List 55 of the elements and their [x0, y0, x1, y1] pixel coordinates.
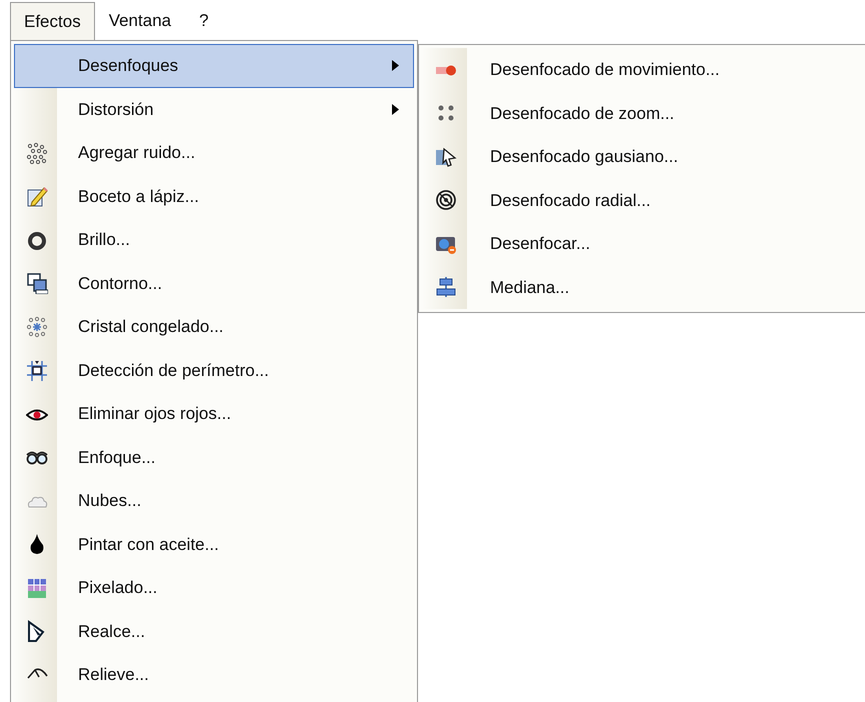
pencil-icon: [26, 185, 48, 208]
menu-item[interactable]: Relieve...: [14, 653, 414, 696]
menu-item-label: Detección de perímetro...: [78, 360, 269, 382]
squares-icon: [26, 272, 48, 294]
menu-bar-item[interactable]: ?: [185, 2, 223, 40]
submenu-item-label: Desenfocado de zoom...: [490, 102, 674, 124]
grid-icon: [26, 576, 48, 599]
menu-item-label: Contorno...: [78, 272, 162, 294]
menu-item-label: Brillo...: [78, 229, 130, 251]
menu-item[interactable]: Agregar ruido...: [14, 131, 414, 174]
menu-item-label: Nubes...: [78, 490, 142, 512]
submenu-item[interactable]: Desenfocado de movimiento...: [422, 48, 865, 92]
snowflake-icon: [26, 316, 48, 338]
crop-icon: [26, 359, 48, 382]
menu-item[interactable]: Enfoque...: [14, 436, 414, 479]
submenu-item-label: Desenfocar...: [490, 233, 590, 255]
submenu-item-label: Desenfocado gausiano...: [490, 146, 678, 168]
submenu-item[interactable]: Desenfocado radial...: [422, 178, 865, 222]
menu-item[interactable]: Eliminar ojos rojos...: [14, 392, 414, 436]
cursor-icon: [26, 620, 48, 642]
menu-item[interactable]: Boceto a lápiz...: [14, 174, 414, 218]
menu-item-label: Eliminar ojos rojos...: [78, 403, 232, 425]
menu-item[interactable]: Detección de perímetro...: [14, 348, 414, 392]
submenu-item[interactable]: Desenfocado gausiano...: [422, 135, 865, 178]
menu-item[interactable]: Pixelado...: [14, 566, 414, 610]
menu-item-label: Relieve...: [78, 664, 149, 686]
align-icon: [434, 276, 456, 298]
menu-item-label: Cristal congelado...: [78, 316, 224, 338]
submenu-item-label: Desenfocado de movimiento...: [490, 59, 720, 81]
menu-item-label: Enfoque...: [78, 446, 156, 468]
target-icon: [434, 189, 456, 212]
menu-item-label: Pintar con aceite...: [78, 534, 219, 556]
cursor-icon: [434, 146, 456, 168]
dots-icon: [26, 142, 48, 164]
menu-item[interactable]: Desenfoques: [14, 44, 414, 88]
menu-item[interactable]: Brillo...: [14, 218, 414, 262]
menu-item-label: Pixelado...: [78, 577, 158, 599]
menu-item[interactable]: Distorsión: [14, 88, 414, 131]
submenu-item[interactable]: Desenfocar...: [422, 222, 865, 266]
menu-item[interactable]: Nubes...: [14, 479, 414, 522]
menu-item-label: Realce...: [78, 620, 146, 642]
menu-item-label: Agregar ruido...: [78, 142, 196, 164]
submenu-item-label: Mediana...: [490, 276, 570, 298]
menu-item[interactable]: Realce...: [14, 610, 414, 653]
menu-item-label: Boceto a lápiz...: [78, 186, 199, 208]
menu-item[interactable]: Pintar con aceite...: [14, 522, 414, 566]
menu-bar-item[interactable]: Ventana: [94, 2, 186, 40]
menu-item[interactable]: Contorno...: [14, 262, 414, 305]
submenu-item[interactable]: Mediana...: [422, 266, 865, 309]
menu-item[interactable]: Cristal congelado...: [14, 305, 414, 348]
submenu-item-label: Desenfocado radial...: [490, 190, 651, 212]
submenu-item[interactable]: Desenfocado de zoom...: [422, 92, 865, 135]
menu-item-label: Distorsión: [78, 98, 154, 120]
menu-bar-item[interactable]: Efectos: [10, 2, 95, 40]
menu-item-label: Desenfoques: [78, 55, 178, 77]
